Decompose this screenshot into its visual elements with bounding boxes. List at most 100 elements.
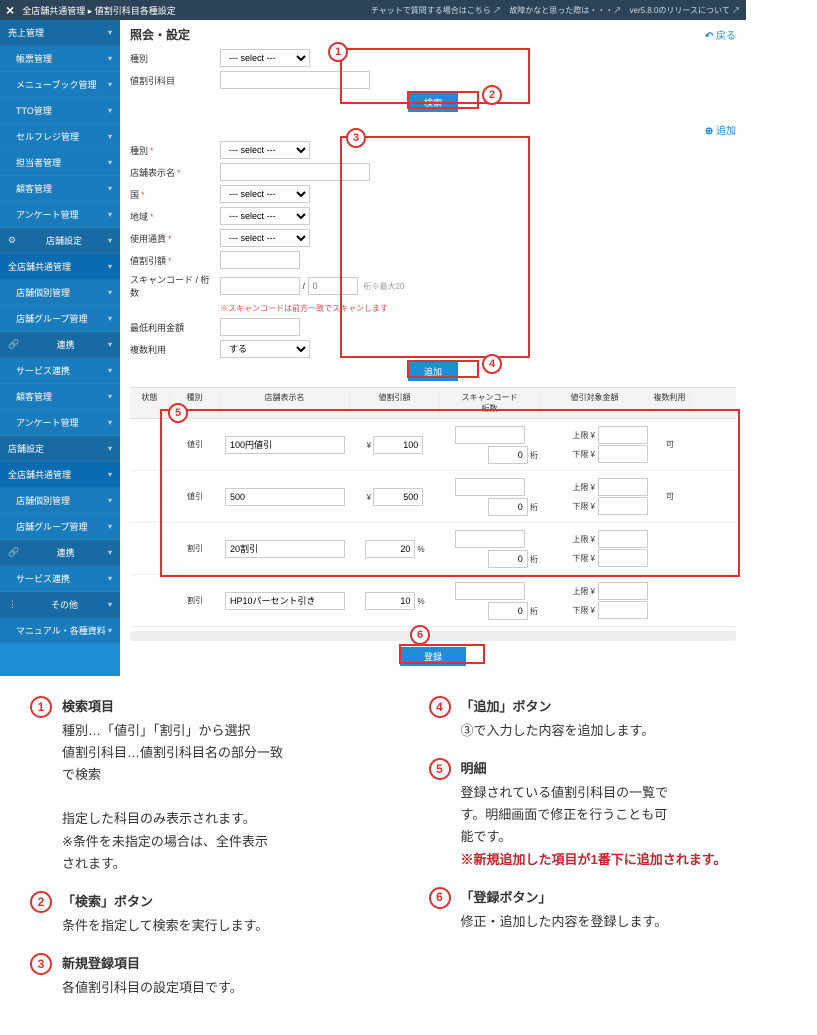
sidebar-item[interactable]: ⋮その他▾ — [0, 592, 120, 618]
explain-body: 各値割引科目の設定項目です。 — [62, 977, 389, 999]
row-lower-input[interactable] — [598, 601, 648, 619]
explain-item: 5明細登録されている値割引科目の一覧で す。明細画面で修正を行うことも可 能です… — [429, 758, 788, 870]
row-digits-input[interactable] — [488, 602, 528, 620]
displayname-input[interactable] — [220, 163, 370, 181]
country-select[interactable]: --- select --- — [220, 185, 310, 203]
currency-select[interactable]: --- select --- — [220, 229, 310, 247]
sidebar-item-label: サービス連携 — [16, 572, 70, 585]
row-lower-input[interactable] — [598, 549, 648, 567]
sidebar-item[interactable]: セルフレジ管理▾ — [0, 124, 120, 150]
sidebar-item[interactable]: メニューブック管理▾ — [0, 72, 120, 98]
sidebar-item[interactable]: アンケート管理 ▾ — [0, 410, 120, 436]
sidebar-item[interactable]: 顧客管理▾ — [0, 176, 120, 202]
fault-link[interactable]: 故障かなと思った際は・・・↗ — [509, 6, 621, 15]
row-upper-input[interactable] — [598, 582, 648, 600]
chevron-down-icon: ▾ — [108, 626, 112, 635]
type-label: 種別* — [130, 144, 220, 157]
row-amount-input[interactable] — [373, 488, 423, 506]
sidebar-item[interactable]: 店舗グループ管理▾ — [0, 306, 120, 332]
cell-type: 値引 — [170, 489, 220, 504]
row-amount-input[interactable] — [373, 436, 423, 454]
sidebar-item[interactable]: 全店舗共通管理▾ — [0, 254, 120, 280]
explain-head: 「追加」ボタン — [461, 696, 788, 718]
row-amount-input[interactable] — [365, 540, 415, 558]
sidebar-item[interactable]: 顧客管理▾ — [0, 384, 120, 410]
search-type-label: 種別 — [130, 52, 220, 65]
explain-number: 5 — [429, 758, 451, 780]
sidebar-item[interactable]: 全店舗共通管理▾ — [0, 462, 120, 488]
multi-select[interactable]: する — [220, 340, 310, 358]
explain-body: ③で入力した内容を追加します。 — [461, 720, 788, 742]
row-name-input[interactable] — [225, 592, 345, 610]
close-icon[interactable]: × — [6, 2, 14, 18]
multi-label: 複数利用 — [130, 343, 220, 356]
type-select[interactable]: --- select --- — [220, 141, 310, 159]
sidebar-item[interactable]: サービス連携▾ — [0, 358, 120, 384]
sidebar-item[interactable]: 🔗連携▾ — [0, 540, 120, 566]
th-name: 店舗表示名 — [220, 388, 350, 418]
add-button[interactable]: 追加 — [408, 362, 458, 381]
sidebar-item[interactable]: 🔗連携▾ — [0, 332, 120, 358]
row-lower-input[interactable] — [598, 497, 648, 515]
sidebar-item[interactable]: ⚙店舗設定▾ — [0, 228, 120, 254]
row-upper-input[interactable] — [598, 478, 648, 496]
row-digits-input[interactable] — [488, 498, 528, 516]
register-button[interactable]: 登録 — [400, 647, 466, 666]
search-button[interactable]: 検索 — [408, 93, 458, 112]
chevron-down-icon: ▾ — [108, 54, 112, 63]
sidebar-item[interactable]: 店舗設定▾ — [0, 436, 120, 462]
sidebar-item[interactable]: 店舗グループ管理▾ — [0, 514, 120, 540]
th-multi: 複数利用 — [650, 388, 690, 418]
row-lower-input[interactable] — [598, 445, 648, 463]
row-amount-input[interactable] — [365, 592, 415, 610]
sidebar-item[interactable]: 帳票管理 ▾ — [0, 46, 120, 72]
row-scan-input[interactable] — [455, 582, 525, 600]
explain-number: 1 — [30, 696, 52, 718]
explain-number: 2 — [30, 891, 52, 913]
add-link[interactable]: 追加 — [705, 122, 736, 137]
search-type-select[interactable]: --- select --- — [220, 49, 310, 67]
minamount-input[interactable] — [220, 318, 300, 336]
sidebar-item[interactable]: 店舗個別管理▾ — [0, 280, 120, 306]
cell-multi: 可 — [650, 489, 690, 504]
chevron-down-icon: ▾ — [108, 418, 112, 427]
sidebar-item-label: 帳票管理 — [16, 52, 52, 65]
chat-link[interactable]: チャットで質問する場合はこちら ↗ — [371, 6, 501, 15]
digits-note: 桁※最大20 — [364, 281, 405, 292]
row-upper-input[interactable] — [598, 530, 648, 548]
sidebar-item[interactable]: アンケート管理▾ — [0, 202, 120, 228]
amount-input[interactable] — [220, 251, 300, 269]
region-select[interactable]: --- select --- — [220, 207, 310, 225]
sidebar-item[interactable]: 売上管理▾ — [0, 20, 120, 46]
sidebar-item-label: 全店舗共通管理 — [8, 260, 71, 273]
explain-number: 6 — [429, 887, 451, 909]
row-name-input[interactable] — [225, 540, 345, 558]
explain-warning: ※新規追加した項目が1番下に追加されます。 — [461, 849, 788, 871]
chevron-down-icon: ▾ — [108, 184, 112, 193]
row-name-input[interactable] — [225, 436, 345, 454]
sidebar-item[interactable]: サービス連携 ▾ — [0, 566, 120, 592]
sidebar-item[interactable]: 店舗個別管理▾ — [0, 488, 120, 514]
explain-body: 条件を指定して検索を実行します。 — [62, 915, 389, 937]
search-item-label: 値割引科目 — [130, 74, 220, 87]
row-upper-input[interactable] — [598, 426, 648, 444]
row-scan-input[interactable] — [455, 530, 525, 548]
sidebar-item-label: アンケート管理 — [16, 416, 79, 429]
chevron-down-icon: ▾ — [108, 522, 112, 531]
row-name-input[interactable] — [225, 488, 345, 506]
digits-input[interactable] — [308, 277, 358, 295]
row-scan-input[interactable] — [455, 478, 525, 496]
row-scan-input[interactable] — [455, 426, 525, 444]
chevron-down-icon: ▾ — [108, 574, 112, 583]
sidebar-item[interactable]: マニュアル・各種資料▾ — [0, 618, 120, 644]
back-link[interactable]: 戻る — [705, 27, 736, 42]
sidebar-item[interactable]: 担当者管理▾ — [0, 150, 120, 176]
sidebar-item[interactable]: TTO管理▾ — [0, 98, 120, 124]
horizontal-scrollbar[interactable] — [130, 631, 736, 641]
table-row: 値引¥ 桁上限 ¥下限 ¥可 — [130, 471, 736, 523]
row-digits-input[interactable] — [488, 550, 528, 568]
search-item-input[interactable] — [220, 71, 370, 89]
release-link[interactable]: ver5.8.0のリリースについて ↗ — [630, 6, 741, 15]
row-digits-input[interactable] — [488, 446, 528, 464]
scancode-input[interactable] — [220, 277, 300, 295]
